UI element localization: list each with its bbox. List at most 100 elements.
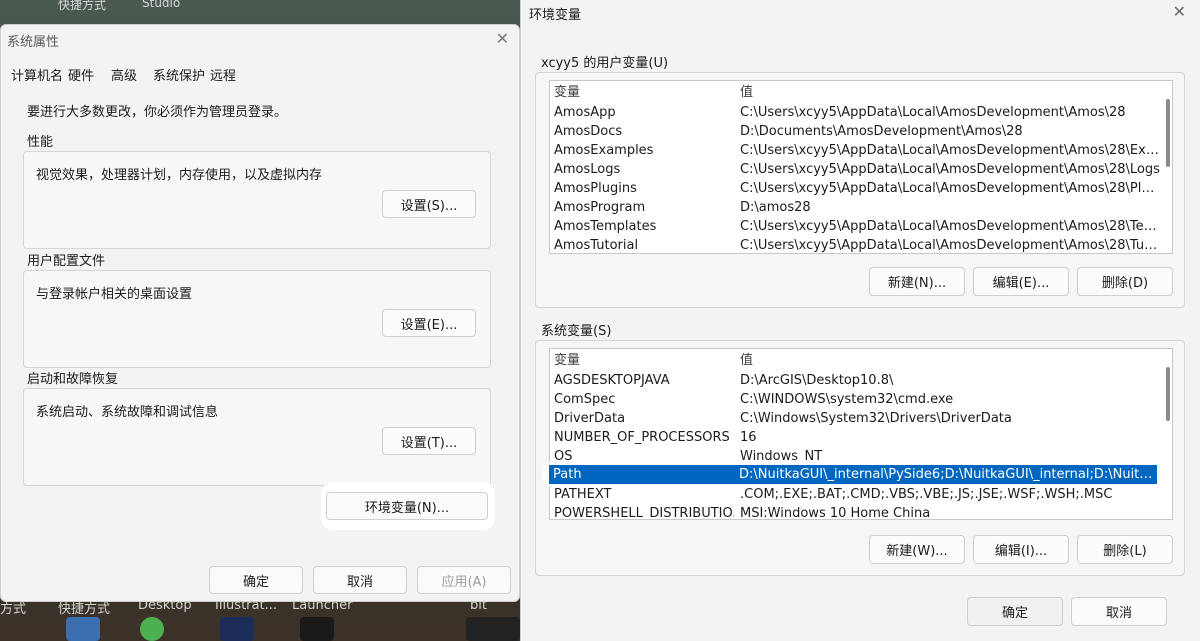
system-edit-button[interactable]: 编辑(I)...: [973, 535, 1069, 564]
system-new-button[interactable]: 新建(W)...: [869, 535, 965, 564]
variable-value: 16: [740, 430, 757, 445]
user-profiles-settings-button[interactable]: 设置(E)...: [382, 309, 476, 337]
ok-button[interactable]: 确定: [967, 597, 1063, 626]
app-icon[interactable]: [140, 617, 164, 641]
ok-button[interactable]: 确定: [209, 566, 303, 594]
table-row[interactable]: AmosApp C:\Users\xcyy5\AppData\Local\Amos…: [550, 103, 1160, 122]
user-edit-button[interactable]: 编辑(E)...: [973, 267, 1069, 296]
variable-name: AmosApp: [554, 105, 616, 120]
variable-name: AmosTemplates: [554, 219, 657, 234]
startup-recovery-settings-button[interactable]: 设置(T)...: [382, 427, 476, 455]
system-variables-list[interactable]: 变量 值 AGSDESKTOPJAVA D:\ArcGIS\Desktop10.8…: [549, 348, 1173, 520]
variable-value: MSI:Windows 10 Home China: [740, 506, 931, 520]
user-new-button[interactable]: 新建(N)...: [869, 267, 965, 296]
group-description: 系统启动、系统故障和调试信息: [36, 405, 219, 420]
close-icon[interactable]: ✕: [496, 29, 509, 48]
illustrator-icon[interactable]: [220, 617, 254, 641]
table-row[interactable]: AGSDESKTOPJAVA D:\ArcGIS\Desktop10.8\: [550, 371, 1160, 390]
app-icon[interactable]: [466, 617, 520, 641]
variable-value: C:\Users\xcyy5\AppData\Local\AmosDevelop…: [740, 181, 1160, 196]
column-header-variable[interactable]: 变量: [554, 83, 734, 102]
group-description: 视觉效果，处理器计划，内存使用，以及虚拟内存: [36, 168, 323, 183]
desktop-icon-label: Studio: [142, 0, 181, 10]
variable-value: C:\Users\xcyy5\AppData\Local\AmosDevelop…: [740, 219, 1160, 234]
variable-name: PATHEXT: [554, 487, 612, 502]
performance-group: 性能 视觉效果，处理器计划，内存使用，以及虚拟内存 设置(S)...: [23, 131, 491, 249]
variable-name: AmosProgram: [554, 200, 646, 215]
group-title: 性能: [27, 135, 54, 150]
scrollbar-thumb[interactable]: [1166, 367, 1170, 421]
table-row[interactable]: ComSpec C:\WINDOWS\system32\cmd.exe: [550, 390, 1160, 409]
group-box: 系统启动、系统故障和调试信息 设置(T)...: [23, 388, 491, 486]
column-header-variable[interactable]: 变量: [554, 351, 734, 370]
tab-advanced[interactable]: 高级: [111, 65, 137, 84]
list-header: 变量 值: [550, 351, 1160, 370]
variable-name: AmosLogs: [554, 162, 621, 177]
system-delete-button[interactable]: 删除(L): [1077, 535, 1173, 564]
column-header-value[interactable]: 值: [740, 83, 1160, 102]
group-title: 启动和故障恢复: [27, 372, 119, 387]
launcher-icon[interactable]: [300, 617, 334, 641]
user-variables-label: xcyy5 的用户变量(U): [541, 56, 669, 71]
table-row[interactable]: AmosPlugins C:\Users\xcyy5\AppData\Local\…: [550, 179, 1160, 198]
variable-value: D:\Documents\AmosDevelopment\Amos\28: [740, 124, 1023, 139]
variable-value: C:\WINDOWS\system32\cmd.exe: [740, 392, 954, 407]
user-delete-button[interactable]: 删除(D): [1077, 267, 1173, 296]
table-row[interactable]: AmosLogs C:\Users\xcyy5\AppData\Local\Amo…: [550, 160, 1160, 179]
cancel-button[interactable]: 取消: [313, 566, 407, 594]
cancel-button[interactable]: 取消: [1071, 597, 1167, 626]
admin-notice: 要进行大多数更改，你必须作为管理员登录。: [27, 105, 288, 120]
table-row[interactable]: DriverData C:\Windows\System32\Drivers\Dr…: [550, 409, 1160, 428]
variable-value: .COM;.EXE;.BAT;.CMD;.VBS;.VBE;.JS;.JSE;.…: [740, 487, 1113, 502]
variable-value: C:\Users\xcyy5\AppData\Local\AmosDevelop…: [740, 238, 1160, 253]
group-box: 视觉效果，处理器计划，内存使用，以及虚拟内存 设置(S)...: [23, 151, 491, 249]
variable-name: POWERSHELL_DISTRIBUTIO...: [554, 506, 734, 520]
dialog-title: 系统属性: [7, 35, 60, 50]
tab-hardware[interactable]: 硬件: [68, 65, 94, 84]
variable-value: C:\Windows\System32\Drivers\DriverData: [740, 411, 1012, 426]
column-header-value[interactable]: 值: [740, 351, 1160, 370]
user-profiles-group: 用户配置文件 与登录帐户相关的桌面设置 设置(E)...: [23, 250, 491, 368]
environment-variables-dialog: 环境变量 ✕ xcyy5 的用户变量(U) 变量 值 AmosApp C:\Use…: [520, 0, 1200, 641]
tab-computer-name[interactable]: 计算机名: [11, 65, 63, 84]
table-row[interactable]: AmosProgram D:\amos28: [550, 198, 1160, 217]
tab-remote[interactable]: 远程: [210, 65, 236, 84]
environment-variables-button[interactable]: 环境变量(N)...: [326, 492, 488, 520]
variable-value: D:\ArcGIS\Desktop10.8\: [740, 373, 894, 388]
startup-recovery-group: 启动和故障恢复 系统启动、系统故障和调试信息 设置(T)...: [23, 368, 491, 486]
variable-name: AmosExamples: [554, 143, 654, 158]
group-title: 用户配置文件: [27, 254, 106, 269]
performance-settings-button[interactable]: 设置(S)...: [382, 190, 476, 218]
variable-value: D:\amos28: [740, 200, 811, 215]
table-row[interactable]: POWERSHELL_DISTRIBUTIO... MSI:Windows 10 …: [550, 504, 1160, 520]
list-header: 变量 值: [550, 83, 1160, 102]
variable-value: C:\Users\xcyy5\AppData\Local\AmosDevelop…: [740, 143, 1160, 158]
variable-value: C:\Users\xcyy5\AppData\Local\AmosDevelop…: [740, 105, 1126, 120]
variable-value: D:\NuitkaGUI\_internal\PySide6;D:\Nuitka…: [739, 467, 1153, 482]
variable-value: C:\Users\xcyy5\AppData\Local\AmosDevelop…: [740, 162, 1160, 177]
dialog-title: 环境变量: [529, 8, 582, 23]
system-variables-label: 系统变量(S): [541, 324, 612, 339]
app-icon[interactable]: [66, 617, 100, 641]
variable-name: AGSDESKTOPJAVA: [554, 373, 670, 388]
variable-name: AmosDocs: [554, 124, 623, 139]
table-row[interactable]: AmosTemplates C:\Users\xcyy5\AppData\Loca…: [550, 217, 1160, 236]
table-row[interactable]: PATHEXT .COM;.EXE;.BAT;.CMD;.VBS;.VBE;.JS…: [550, 485, 1160, 504]
table-row[interactable]: AmosTutorial C:\Users\xcyy5\AppData\Local…: [550, 236, 1160, 253]
desktop-icon-label: 快捷方式: [58, 0, 107, 12]
table-row[interactable]: NUMBER_OF_PROCESSORS 16: [550, 428, 1160, 447]
table-row-selected-path[interactable]: Path D:\NuitkaGUI\_internal\PySide6;D:\N…: [549, 465, 1157, 484]
close-icon[interactable]: ✕: [1173, 2, 1186, 21]
table-row[interactable]: AmosExamples C:\Users\xcyy5\AppData\Local…: [550, 141, 1160, 160]
variable-name: ComSpec: [554, 392, 616, 407]
user-variables-list[interactable]: 变量 值 AmosApp C:\Users\xcyy5\AppData\Local…: [549, 80, 1173, 254]
variable-name: AmosTutorial: [554, 238, 639, 253]
variable-name: AmosPlugins: [554, 181, 637, 196]
scrollbar-thumb[interactable]: [1166, 99, 1170, 167]
tab-system-protection[interactable]: 系统保护: [153, 65, 205, 84]
variable-name: Path: [553, 467, 582, 482]
apply-button[interactable]: 应用(A): [417, 566, 511, 594]
table-row[interactable]: AmosDocs D:\Documents\AmosDevelopment\Amo…: [550, 122, 1160, 141]
variable-name: DriverData: [554, 411, 626, 426]
group-box: 与登录帐户相关的桌面设置 设置(E)...: [23, 270, 491, 368]
